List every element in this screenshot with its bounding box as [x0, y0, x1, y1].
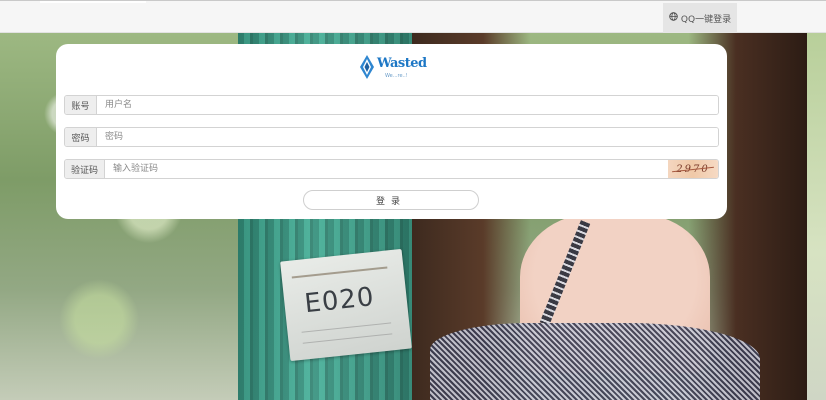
qq-login-label: QQ一键登录 [680, 14, 732, 25]
login-card: Wasted We...re..! 账号 密码 验证码 2970 登录 [56, 44, 727, 219]
captcha-row: 验证码 2970 [64, 159, 719, 179]
password-input[interactable] [97, 128, 718, 146]
password-row: 密码 [64, 127, 719, 147]
login-page: QQ一键登录 E020 Wasted We...re..! 账号 用户名 密码 … [0, 0, 826, 400]
globe-icon [669, 12, 678, 24]
account-label: 账号 [65, 96, 97, 114]
plate-footer-line [301, 322, 393, 344]
captcha-image[interactable]: 2970 [668, 160, 718, 178]
account-input[interactable] [97, 96, 718, 114]
site-logo: Wasted We...re..! [359, 54, 427, 82]
password-label: 密码 [65, 128, 97, 146]
top-bar: QQ一键登录 [0, 0, 826, 33]
pole-number-plate: E020 [280, 248, 412, 362]
top-tab-indicator [40, 1, 146, 3]
checkered-dress [430, 323, 760, 400]
logo-text: Wasted [377, 56, 427, 71]
diamond-logo-icon [360, 55, 374, 79]
captcha-input[interactable] [105, 160, 668, 178]
plate-code: E020 [303, 282, 376, 320]
account-row: 账号 [64, 95, 719, 115]
qq-login-button[interactable]: QQ一键登录 [663, 3, 737, 33]
logo-subtitle: We...re..! [385, 73, 408, 79]
captcha-label: 验证码 [65, 160, 105, 178]
plate-header-line [290, 258, 388, 279]
login-button[interactable]: 登录 [303, 190, 479, 210]
